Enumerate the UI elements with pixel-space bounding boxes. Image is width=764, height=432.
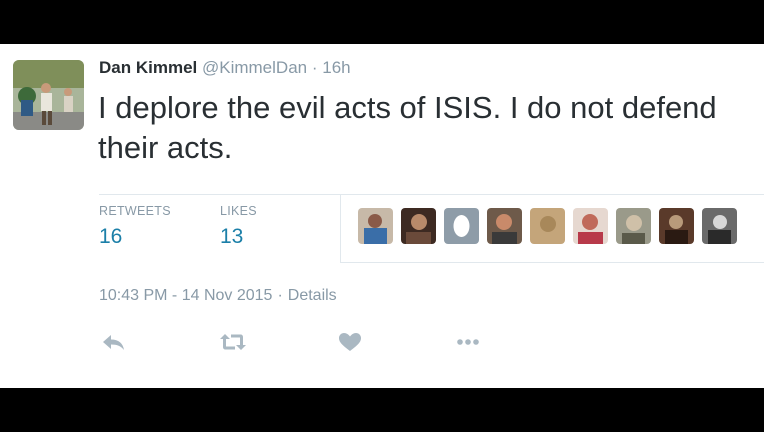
- author-handle[interactable]: @KimmelDan: [202, 58, 307, 77]
- tweet-card: Dan Kimmel @KimmelDan · 16h I deplore th…: [0, 44, 764, 388]
- liker-avatar-8[interactable]: [659, 208, 694, 244]
- reply-icon: [103, 335, 124, 350]
- retweets-stat[interactable]: RETWEETS 16: [99, 204, 171, 249]
- timestamp-separator: ·: [277, 287, 283, 304]
- likes-stat[interactable]: LIKES 13: [220, 204, 257, 249]
- retweets-count: 16: [99, 225, 123, 248]
- tweet-text: I deplore the evil acts of ISIS. I do no…: [98, 90, 717, 165]
- liker-avatar-4[interactable]: [487, 208, 522, 244]
- stats-bottom-divider: [340, 262, 764, 263]
- more-icon: [457, 339, 479, 345]
- liker-avatar-7[interactable]: [616, 208, 651, 244]
- stats-top-divider: [99, 194, 764, 195]
- timestamp-text[interactable]: 10:43 PM - 14 Nov 2015: [99, 287, 272, 304]
- liker-avatar-1[interactable]: [358, 208, 393, 244]
- liker-avatar-3[interactable]: [444, 208, 479, 244]
- like-icon: [339, 333, 361, 351]
- author-avatar[interactable]: [13, 60, 84, 130]
- tweet-timestamp: 10:43 PM - 14 Nov 2015 · Details: [99, 287, 337, 305]
- retweets-label: RETWEETS: [99, 204, 171, 218]
- details-link[interactable]: Details: [288, 287, 337, 304]
- like-button[interactable]: [335, 330, 365, 354]
- retweet-icon: [220, 334, 246, 350]
- stats-separator: [340, 194, 341, 262]
- tweet-age[interactable]: 16h: [322, 58, 350, 77]
- likes-label: LIKES: [220, 204, 257, 218]
- liker-avatar-2[interactable]: [401, 208, 436, 244]
- likes-count: 13: [220, 225, 244, 248]
- liker-avatar-5[interactable]: [530, 208, 565, 244]
- more-options-button[interactable]: [453, 330, 483, 354]
- retweet-button[interactable]: [218, 330, 248, 354]
- author-name[interactable]: Dan Kimmel: [99, 58, 197, 77]
- liker-avatar-9[interactable]: [702, 208, 737, 244]
- reply-button[interactable]: [100, 330, 130, 354]
- tweet-header: Dan Kimmel @KimmelDan · 16h: [99, 58, 351, 78]
- liker-avatar-6[interactable]: [573, 208, 608, 244]
- header-separator: ·: [311, 58, 318, 77]
